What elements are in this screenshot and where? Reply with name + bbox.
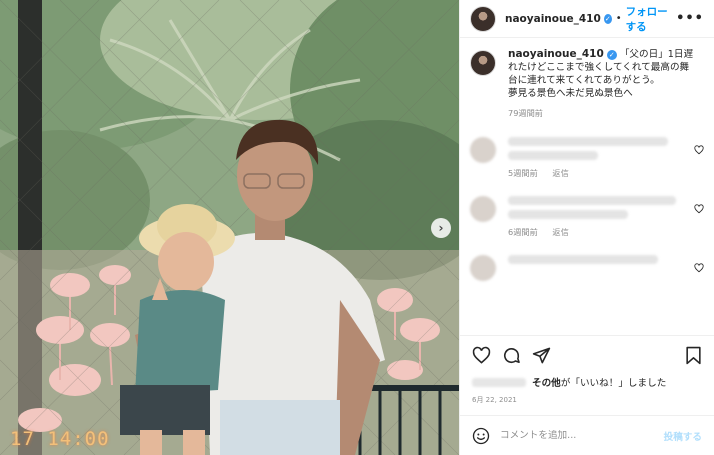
verified-badge-icon: ✓ [606, 50, 617, 60]
caption-avatar[interactable] [470, 50, 496, 76]
list-item [470, 255, 704, 281]
caption-body: naoyainoue_410 ✓ 「父の日」1日遅れたけどここまで強くしてくれて最… [508, 48, 698, 120]
avatar[interactable] [470, 5, 496, 32]
likes-others[interactable]: その他 [532, 375, 561, 389]
blurred-liker-name [472, 377, 526, 387]
comment-input[interactable] [500, 430, 664, 441]
comment-time: 5週間前 [508, 168, 538, 178]
list-item: 6週間前 返信 [470, 196, 704, 238]
comment-like-heart-icon[interactable] [694, 145, 704, 155]
reply-button[interactable]: 返信 [552, 168, 568, 178]
instagram-post: › 17 14:00 naoyainoue_410 ✓ • フォローする •••… [0, 0, 714, 455]
comments-list[interactable]: naoyainoue_410 ✓ 「父の日」1日遅れたけどここまで強くしてくれて最… [460, 38, 714, 335]
verified-badge-icon: ✓ [603, 13, 612, 24]
follow-button[interactable]: フォローする [626, 4, 676, 34]
blurred-comment-line [508, 137, 668, 146]
action-bar [460, 335, 714, 375]
caption-username[interactable]: naoyainoue_410 [508, 48, 604, 60]
header-username[interactable]: naoyainoue_410 [505, 13, 601, 25]
more-options-icon[interactable]: ••• [676, 11, 704, 26]
reply-button[interactable]: 返信 [552, 227, 568, 237]
emoji-icon[interactable] [472, 427, 490, 445]
header-separator: • [615, 13, 622, 24]
next-photo-button[interactable]: › [431, 218, 451, 238]
comment-body: 5週間前 返信 [508, 137, 678, 179]
caption: naoyainoue_410 ✓ 「父の日」1日遅れたけどここまで強くしてくれて最… [470, 48, 704, 120]
post-comment-button[interactable]: 投稿する [664, 429, 702, 443]
post-side-panel: naoyainoue_410 ✓ • フォローする ••• naoyainoue… [459, 0, 714, 455]
comment-time: 6週間前 [508, 227, 538, 237]
comment-meta: 6週間前 返信 [508, 226, 678, 238]
comment-avatar[interactable] [470, 255, 496, 281]
post-date: 6月 22, 2021 [472, 396, 517, 404]
comment-like-heart-icon[interactable] [694, 204, 704, 214]
post-header: naoyainoue_410 ✓ • フォローする ••• [460, 0, 714, 38]
post-photo[interactable]: › 17 14:00 [0, 0, 459, 455]
chevron-right-icon: › [438, 221, 444, 235]
blurred-comment-line [508, 151, 598, 160]
blurred-comment-line [508, 210, 628, 219]
photo-date-stamp: 17 14:00 [10, 428, 110, 450]
likes-summary[interactable]: その他 が「いいね！」しました [460, 375, 714, 389]
bookmark-icon[interactable] [685, 346, 702, 365]
share-icon[interactable] [532, 346, 551, 365]
comment-avatar[interactable] [470, 137, 496, 163]
comment-avatar[interactable] [470, 196, 496, 222]
comment-icon[interactable] [502, 346, 521, 365]
likes-text: が「いいね！」しました [560, 378, 667, 389]
caption-time: 79週間前 [508, 108, 543, 118]
photo-illustration [0, 0, 459, 455]
comment-meta: 5週間前 返信 [508, 167, 678, 179]
add-comment-bar: 投稿する [460, 415, 714, 455]
comment-body: 6週間前 返信 [508, 196, 678, 238]
blurred-comment-line [508, 196, 676, 205]
blurred-comment-line [508, 255, 658, 264]
comment-like-heart-icon[interactable] [694, 263, 704, 273]
comment-body [508, 255, 678, 281]
list-item: 5週間前 返信 [470, 137, 704, 179]
heart-icon[interactable] [472, 346, 491, 365]
comment-meta [508, 271, 678, 281]
